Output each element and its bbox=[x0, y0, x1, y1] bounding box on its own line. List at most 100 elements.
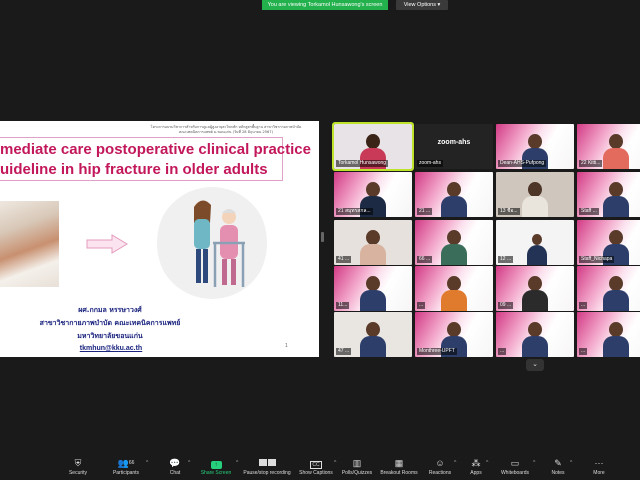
participant-body bbox=[603, 336, 629, 357]
apps-caret-icon[interactable]: ^ bbox=[486, 460, 488, 466]
participant-tile[interactable]: Staff ... bbox=[577, 172, 640, 217]
participant-body bbox=[522, 196, 548, 217]
slide-header-line2: คณะเทคนิคการแพทย์ ม.ขอนแก่น (วันที่ 28 ม… bbox=[178, 130, 273, 134]
meeting-toolbar: ⛨ Security 👥66 Participants ^ 💬 Chat ^ ↑… bbox=[0, 456, 640, 480]
participant-tile[interactable]: 22 Kitti... bbox=[577, 124, 640, 169]
author-email-link[interactable]: tkmhun@kku.ac.th bbox=[72, 345, 150, 352]
participant-name: 41 ... bbox=[336, 256, 352, 263]
chat-label: Chat bbox=[169, 470, 181, 476]
participant-name: Torkamol Hunsawong bbox=[336, 160, 389, 167]
whiteboards-caret-icon[interactable]: ^ bbox=[533, 460, 535, 466]
participant-tile[interactable]: Dean-AHS-Pufpong bbox=[496, 124, 574, 169]
caregiver-illustration bbox=[157, 187, 267, 299]
participant-avatar bbox=[609, 322, 623, 337]
reactions-caret-icon[interactable]: ^ bbox=[454, 460, 456, 466]
university-name: มหาวิทยาลัยขอนแก่น bbox=[77, 332, 143, 340]
participant-avatar bbox=[447, 276, 461, 291]
gallery-next-page-button[interactable]: ⌄ bbox=[526, 359, 544, 371]
captions-button[interactable]: CC Show Captions bbox=[298, 456, 334, 480]
participant-tile[interactable]: 09 ... bbox=[496, 266, 574, 311]
participant-body bbox=[522, 336, 548, 357]
chat-caret-icon[interactable]: ^ bbox=[188, 460, 190, 466]
participant-tile[interactable]: 47 ... bbox=[334, 312, 412, 357]
captions-caret-icon[interactable]: ^ bbox=[334, 460, 336, 466]
chevron-down-icon: ⌄ bbox=[532, 361, 538, 368]
recording-label: Pause/stop recording bbox=[243, 470, 291, 476]
participant-body bbox=[603, 290, 629, 311]
participant-tile[interactable]: 21 สมุทรสกล... bbox=[334, 172, 412, 217]
participant-avatar bbox=[366, 230, 380, 245]
recording-button[interactable]: Pause/stop recording bbox=[240, 456, 294, 480]
participant-avatar bbox=[609, 276, 623, 291]
reactions-label: Reactions bbox=[428, 470, 452, 476]
notes-label: Notes bbox=[551, 470, 565, 476]
participants-icon: 👥66 bbox=[117, 458, 135, 468]
participant-avatar bbox=[528, 182, 542, 197]
participant-body bbox=[441, 290, 467, 311]
participant-name: ... bbox=[498, 348, 507, 355]
participant-body bbox=[441, 196, 467, 217]
participant-body bbox=[360, 290, 386, 311]
notes-icon: ✎ bbox=[554, 458, 562, 468]
participant-name: 66 ... bbox=[417, 256, 433, 263]
participants-caret-icon[interactable]: ^ bbox=[146, 460, 148, 466]
breakout-label: Breakout Rooms bbox=[380, 470, 418, 476]
split-handle[interactable] bbox=[321, 232, 324, 242]
participant-tile[interactable]: 12 ... bbox=[496, 220, 574, 265]
share-screen-icon: ↑ bbox=[198, 457, 234, 470]
participant-tile[interactable]: ... bbox=[577, 266, 640, 311]
right-arrow-icon bbox=[86, 234, 128, 254]
participant-avatar bbox=[609, 230, 623, 245]
slide-header: โครงการอบรมวิชาการสำหรับการดูแลผู้สูงอาย… bbox=[138, 125, 314, 135]
participant-tile[interactable]: Monthree-UPFT bbox=[415, 312, 493, 357]
view-options-button[interactable]: View Options ▾ bbox=[396, 0, 448, 10]
poll-chart-icon: ▥ bbox=[352, 458, 362, 468]
participant-name: 47 ... bbox=[336, 348, 352, 355]
notes-caret-icon[interactable]: ^ bbox=[570, 460, 572, 466]
participant-avatar bbox=[532, 234, 542, 245]
participant-avatar bbox=[447, 182, 461, 197]
participant-tile[interactable]: ... bbox=[415, 266, 493, 311]
polls-button[interactable]: ▥ Polls/Quizzes bbox=[340, 456, 374, 480]
participant-avatar bbox=[447, 230, 461, 245]
share-screen-button[interactable]: ↑ Share Screen bbox=[198, 456, 234, 480]
participant-tile[interactable]: 13 ชื่อ... bbox=[496, 172, 574, 217]
participant-tile[interactable]: ... bbox=[496, 312, 574, 357]
grid-icon: ▦ bbox=[394, 458, 404, 468]
smiley-icon: ☺ bbox=[435, 458, 445, 468]
participant-tile[interactable]: 41 ... bbox=[334, 220, 412, 265]
participant-name: 22 Kitti... bbox=[579, 160, 603, 167]
participant-avatar bbox=[609, 134, 623, 149]
reactions-button[interactable]: ☺ Reactions bbox=[426, 456, 454, 480]
participant-tile[interactable]: 21 ... bbox=[415, 172, 493, 217]
share-caret-icon[interactable]: ^ bbox=[236, 460, 238, 466]
more-dots-icon: ··· bbox=[594, 458, 604, 468]
participant-body bbox=[603, 196, 629, 217]
participants-count: 66 bbox=[128, 460, 135, 466]
notes-button[interactable]: ✎ Notes bbox=[548, 456, 568, 480]
chat-button[interactable]: 💬 Chat bbox=[164, 456, 186, 480]
participant-tile[interactable]: ... bbox=[577, 312, 640, 357]
participants-button[interactable]: 👥66 Participants bbox=[108, 456, 144, 480]
apps-button[interactable]: ⁂ Apps bbox=[466, 456, 486, 480]
participant-display-name: zoom-ahs bbox=[437, 139, 471, 146]
participant-avatar bbox=[528, 276, 542, 291]
participant-name: Staff ... bbox=[579, 208, 599, 215]
participant-body bbox=[360, 244, 386, 265]
participant-name: Monthree-UPFT bbox=[417, 348, 457, 355]
participant-tile[interactable]: 11... bbox=[334, 266, 412, 311]
share-screen-label: Share Screen bbox=[200, 470, 232, 476]
participant-tile[interactable]: zoom-ahs zoom-ahs bbox=[415, 124, 493, 169]
participant-tile[interactable]: Torkamol Hunsawong bbox=[332, 122, 414, 171]
participant-body bbox=[603, 148, 629, 169]
participant-tile[interactable]: Staff_Nichapa bbox=[577, 220, 640, 265]
participant-name: ... bbox=[579, 302, 588, 309]
more-button[interactable]: ··· More bbox=[588, 456, 610, 480]
whiteboards-label: Whiteboards bbox=[500, 470, 530, 476]
author-name: ผศ.กกมล หรรษาวงศ์ bbox=[78, 306, 142, 314]
participant-name: 21 ... bbox=[417, 208, 433, 215]
breakout-rooms-button[interactable]: ▦ Breakout Rooms bbox=[380, 456, 418, 480]
whiteboards-button[interactable]: ▭ Whiteboards bbox=[498, 456, 532, 480]
participant-tile[interactable]: 66 ... bbox=[415, 220, 493, 265]
security-button[interactable]: ⛨ Security bbox=[62, 456, 94, 480]
